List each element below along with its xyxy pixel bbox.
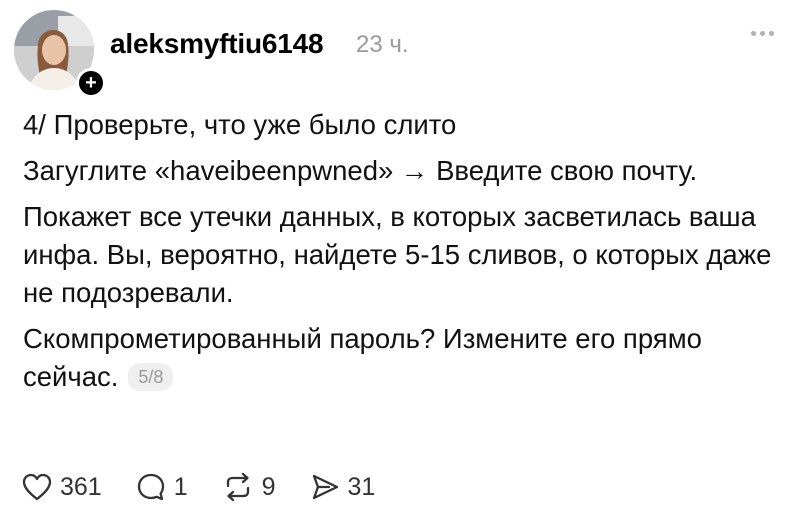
- post-body: 4/ Проверьте, что уже было слито Загугли…: [23, 106, 783, 404]
- more-icon: [750, 30, 756, 36]
- repost-count: 9: [261, 472, 276, 501]
- more-options-button[interactable]: [742, 20, 782, 46]
- reply-button[interactable]: 1: [136, 472, 188, 502]
- post-paragraph: Загуглите «haveibeenpwned» → Введите сво…: [23, 155, 698, 186]
- post-timestamp: 23 ч.: [356, 31, 409, 58]
- post-paragraph: Покажет все утечки данных, в которых зас…: [23, 201, 772, 308]
- more-icon-dot: [768, 30, 774, 36]
- follow-button[interactable]: +: [76, 68, 106, 98]
- post-paragraph-last: Скомпрометированный пароль? Измените его…: [23, 320, 783, 396]
- post-paragraph-text: Скомпрометированный пароль? Измените его…: [23, 323, 702, 392]
- thread-counter-badge: 5/8: [128, 363, 174, 391]
- plus-icon: +: [85, 72, 97, 94]
- repost-icon: [226, 472, 249, 502]
- share-button[interactable]: 31: [310, 472, 376, 502]
- heart-icon: [22, 473, 52, 501]
- repost-button[interactable]: 9: [222, 472, 276, 502]
- author-avatar-container[interactable]: +: [14, 10, 106, 98]
- send-icon: [312, 474, 338, 500]
- post-paragraph: 4/ Проверьте, что уже было слито: [23, 109, 457, 140]
- author-username[interactable]: aleksmyftiu6148: [110, 28, 324, 60]
- like-count: 361: [60, 472, 102, 501]
- reply-count: 1: [173, 472, 188, 501]
- share-count: 31: [347, 472, 376, 501]
- thread-post: + aleksmyftiu6148 23 ч. 4/ Проверьте, чт…: [0, 0, 800, 511]
- post-actions: 361 1 9 31: [22, 470, 409, 504]
- like-button[interactable]: 361: [22, 473, 102, 502]
- more-icon-dot: [759, 30, 765, 36]
- comment-icon: [137, 473, 164, 501]
